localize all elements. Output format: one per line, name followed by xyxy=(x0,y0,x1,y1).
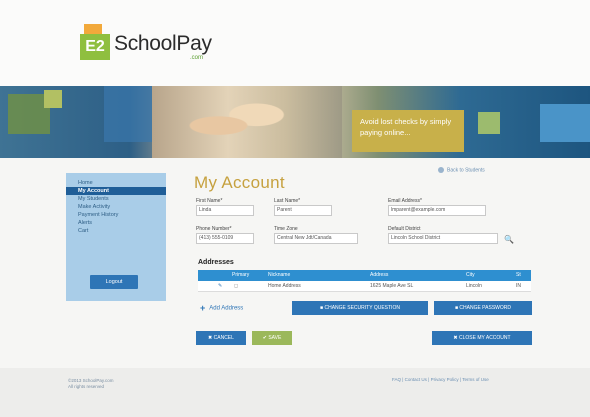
sidebar-item-my-students[interactable]: My Students xyxy=(66,195,166,203)
close-account-label: CLOSE MY ACCOUNT xyxy=(459,335,511,341)
sidebar-item-cart[interactable]: Cart xyxy=(66,227,166,235)
addresses-heading: Addresses xyxy=(198,259,234,266)
change-password-button[interactable]: ■ CHANGE PASSWORD xyxy=(434,301,532,315)
phone-input[interactable]: (413) 555-0109 xyxy=(196,233,254,244)
last-name-label: Last Name* xyxy=(274,198,301,204)
plus-icon: + xyxy=(200,303,206,313)
save-label: SAVE xyxy=(268,335,282,341)
pencil-icon xyxy=(478,112,500,134)
banner-decor xyxy=(540,104,590,142)
cancel-label: CANCEL xyxy=(213,335,234,341)
cancel-button[interactable]: ✖ CANCEL xyxy=(196,331,246,345)
table-row: ✎ ◻ Home Address 1625 Maple Ave SL Linco… xyxy=(198,281,531,292)
district-field: Default District Lincoln School District xyxy=(388,226,498,244)
page-title: My Account xyxy=(194,173,285,192)
banner-tagline: Avoid lost checks by simply paying onlin… xyxy=(352,110,464,152)
main-content: Home My Account My Students Make Activit… xyxy=(66,163,540,355)
col-primary: Primary xyxy=(232,272,250,278)
email-field: Email Address* lmparent@example.com xyxy=(388,198,486,216)
district-label: Default District xyxy=(388,226,421,232)
sidebar-nav: Home My Account My Students Make Activit… xyxy=(66,173,166,301)
banner-photo xyxy=(152,86,342,158)
search-icon[interactable]: 🔍 xyxy=(504,235,514,244)
sidebar-item-make-activity[interactable]: Make Activity xyxy=(66,203,166,211)
change-security-label: CHANGE SECURITY QUESTION xyxy=(324,305,400,311)
last-name-field: Last Name* Parent xyxy=(274,198,332,216)
table-header: Primary Nickname Address City St xyxy=(198,270,531,281)
col-address: Address xyxy=(370,272,389,278)
col-nickname: Nickname xyxy=(268,272,291,278)
hero-banner: Avoid lost checks by simply paying onlin… xyxy=(0,86,590,158)
logout-button[interactable]: Logout xyxy=(90,275,138,289)
sidebar-item-my-account[interactable]: My Account xyxy=(66,187,166,195)
add-address-label: Add Address xyxy=(209,305,244,312)
back-link[interactable]: Back to Students xyxy=(438,167,485,173)
last-name-input[interactable]: Parent xyxy=(274,205,332,216)
row-nickname: Home Address xyxy=(268,283,301,289)
row-address: 1625 Maple Ave SL xyxy=(370,283,414,289)
footer: ©2013 SchoolPay.com All rights reserved … xyxy=(0,368,590,417)
logo-name: SchoolPay xyxy=(114,32,212,55)
add-address-link[interactable]: + Add Address xyxy=(200,303,243,313)
close-account-button[interactable]: ✖ CLOSE MY ACCOUNT xyxy=(432,331,532,345)
email-input[interactable]: lmparent@example.com xyxy=(388,205,486,216)
sidebar-item-alerts[interactable]: Alerts xyxy=(66,219,166,227)
col-state: St xyxy=(516,272,521,278)
back-link-label: Back to Students xyxy=(447,167,485,174)
email-label: Email Address* xyxy=(388,198,422,204)
first-name-input[interactable]: Linda xyxy=(196,205,254,216)
first-name-field: First Name* Linda xyxy=(196,198,254,216)
timezone-select[interactable]: Central New Jdt/Canada xyxy=(274,233,358,244)
footer-links[interactable]: FAQ | Contact Us | Privacy Policy | Term… xyxy=(392,377,489,382)
logo-letters: E2 xyxy=(80,34,110,60)
sidebar-item-payment-history[interactable]: Payment History xyxy=(66,211,166,219)
phone-field: Phone Number* (413) 555-0109 xyxy=(196,226,254,244)
delete-icon[interactable]: ◻ xyxy=(234,281,238,291)
edit-icon[interactable]: ✎ xyxy=(218,281,222,291)
footer-copyright: ©2013 SchoolPay.com All rights reserved xyxy=(68,378,114,390)
page: E2 SchoolPay .com Avoid lost checks by s… xyxy=(0,0,590,417)
change-password-label: CHANGE PASSWORD xyxy=(459,305,511,311)
phone-label: Phone Number* xyxy=(196,226,232,232)
change-security-question-button[interactable]: ■ CHANGE SECURITY QUESTION xyxy=(292,301,428,315)
addresses-table: Primary Nickname Address City St ✎ ◻ Hom… xyxy=(198,270,531,292)
arrow-icon xyxy=(438,167,444,173)
col-city: City xyxy=(466,272,475,278)
header: E2 SchoolPay .com xyxy=(0,0,590,86)
first-name-label: First Name* xyxy=(196,198,223,204)
row-state: IN xyxy=(516,283,521,289)
copyright-line-2: All rights reserved xyxy=(68,384,105,389)
timezone-field: Time Zone Central New Jdt/Canada xyxy=(274,226,358,244)
logo-domain: .com xyxy=(190,55,204,61)
district-input[interactable]: Lincoln School District xyxy=(388,233,498,244)
sidebar-item-home[interactable]: Home xyxy=(66,179,166,187)
banner-decor xyxy=(44,90,62,108)
save-button[interactable]: ✔ SAVE xyxy=(252,331,292,345)
timezone-label: Time Zone xyxy=(274,226,298,232)
banner-decor xyxy=(104,86,156,142)
row-city: Lincoln xyxy=(466,283,482,289)
